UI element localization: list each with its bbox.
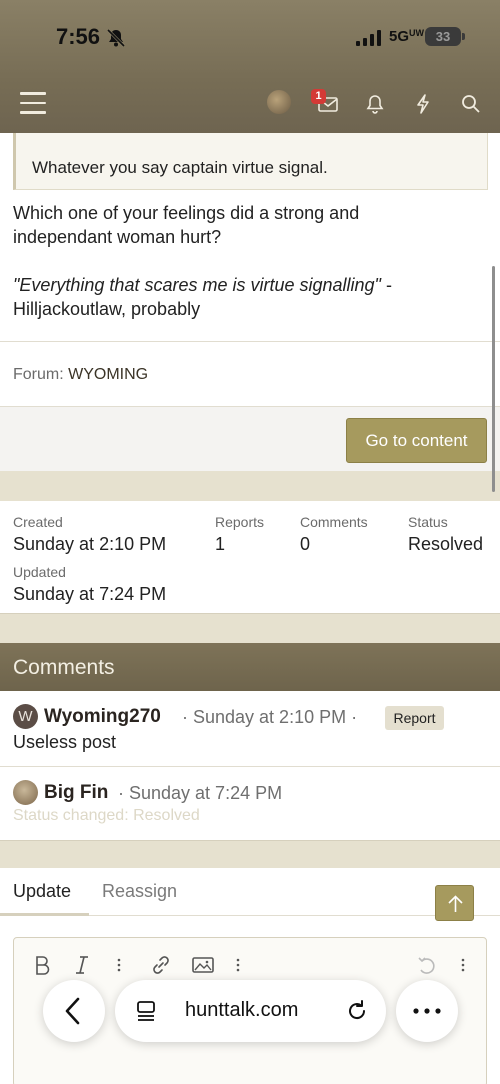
italic-icon[interactable] (74, 955, 90, 975)
bell-icon[interactable] (364, 93, 386, 115)
active-tab-indicator (0, 913, 89, 916)
link-icon[interactable] (150, 955, 172, 975)
quote-text: Whatever you say captain virtue signal. (32, 158, 328, 177)
forum-info: Forum: WYOMING (13, 366, 149, 383)
bold-icon[interactable] (34, 955, 52, 975)
image-icon[interactable] (192, 955, 214, 975)
scroll-to-top-button[interactable] (435, 885, 474, 921)
updated-label: Updated (13, 564, 66, 580)
status-value: Resolved (408, 534, 484, 554)
tab-reassign[interactable]: Reassign (102, 881, 177, 902)
comment-meta: · Sunday at 2:10 PM · (182, 707, 358, 727)
lightning-icon[interactable] (412, 93, 434, 115)
scrollbar[interactable] (492, 266, 495, 492)
comments-list: W Wyoming270 · Sunday at 2:10 PM · Repor… (0, 691, 500, 841)
comment-status-change: Status changed: Resolved (13, 807, 200, 824)
page-menu-icon[interactable] (135, 1000, 157, 1022)
updated-value: Sunday at 7:24 PM (13, 584, 167, 604)
avatar[interactable] (13, 780, 38, 805)
message-quote-line: "Everything that scares me is virtue sig… (13, 275, 392, 295)
divider (0, 341, 500, 342)
update-panel: Update Reassign (0, 868, 500, 1084)
button-row: Go to content (0, 407, 500, 471)
status-time: 7:56 (56, 24, 101, 49)
comment-meta: · Sunday at 7:24 PM (118, 783, 283, 803)
message-line: independant woman hurt? (13, 227, 222, 247)
user-avatar[interactable] (267, 90, 291, 114)
divider (0, 766, 500, 767)
go-to-content-button[interactable]: Go to content (346, 418, 487, 463)
network-type: 5GUW (389, 28, 425, 45)
conversations-badge: 1 (311, 89, 326, 104)
report-info: Created Sunday at 2:10 PM Reports 1 Comm… (0, 501, 500, 614)
battery-indicator: 33 (425, 27, 465, 46)
comment-body: Useless post (13, 732, 117, 752)
comments-label: Comments (300, 514, 368, 530)
reload-icon[interactable] (345, 999, 369, 1023)
bell-muted-icon (106, 28, 126, 48)
message-line: Which one of your feelings did a strong … (13, 203, 360, 223)
forum-link[interactable]: WYOMING (68, 366, 148, 383)
created-label: Created (13, 514, 63, 530)
url-text: hunttalk.com (185, 999, 299, 1021)
status-label: Status (408, 514, 448, 530)
quote-block: Whatever you say captain virtue signal. (13, 133, 488, 190)
browser-address-bar[interactable]: hunttalk.com (115, 980, 386, 1042)
reports-label: Reports (215, 514, 265, 530)
avatar[interactable]: W (13, 704, 38, 729)
more-vertical-icon[interactable] (235, 955, 241, 975)
app-header: 7:56 5GUW 33 1 (0, 0, 500, 133)
comment-author[interactable]: Wyoming270 (44, 706, 161, 728)
hamburger-menu-icon[interactable] (20, 92, 46, 114)
comments-title: Comments (13, 656, 115, 679)
undo-icon[interactable] (416, 955, 438, 975)
chevron-left-icon (65, 997, 80, 1025)
search-icon[interactable] (460, 93, 482, 115)
more-vertical-icon[interactable] (460, 955, 466, 975)
comment-author[interactable]: Big Fin (44, 782, 108, 804)
reports-value: 1 (215, 534, 226, 554)
more-horizontal-icon (413, 1008, 441, 1014)
report-badge[interactable]: Report (385, 706, 444, 730)
arrow-up-icon (448, 895, 463, 912)
browser-back-button[interactable] (43, 980, 105, 1042)
cellular-signal-icon (356, 30, 381, 46)
comments-value: 0 (300, 534, 311, 554)
browser-more-button[interactable] (396, 980, 458, 1042)
tab-update[interactable]: Update (13, 881, 71, 902)
more-vertical-icon[interactable] (116, 955, 122, 975)
message-attribution: Hilljackoutlaw, probably (13, 299, 201, 319)
created-value: Sunday at 2:10 PM (13, 534, 167, 554)
comments-header: Comments (0, 643, 500, 691)
report-content-card: Whatever you say captain virtue signal. … (0, 133, 500, 471)
